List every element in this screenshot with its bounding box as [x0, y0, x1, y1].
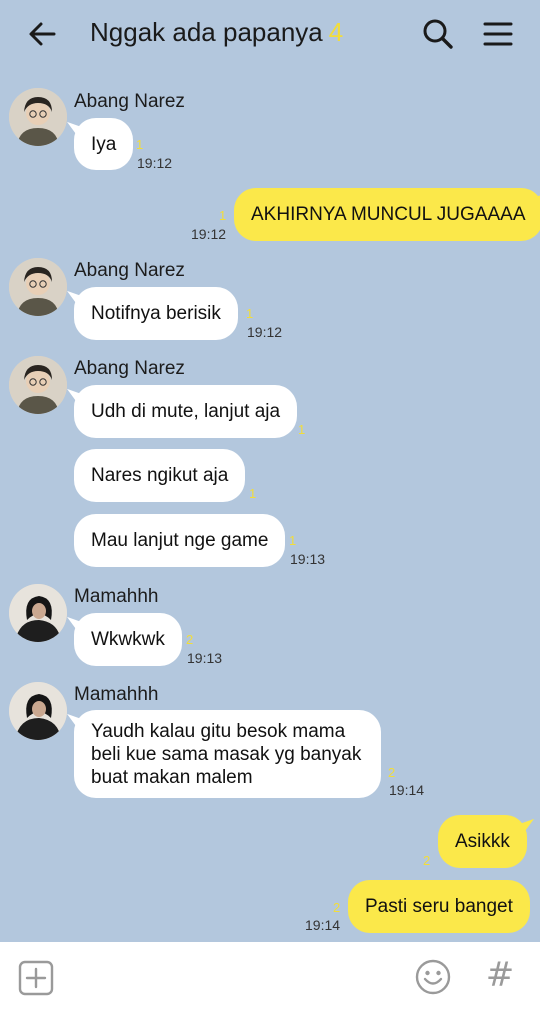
message-bubble-incoming[interactable]: Nares ngikut aja: [74, 449, 246, 502]
message-time: 19:13: [187, 650, 223, 666]
hashtag-button[interactable]: #: [482, 954, 518, 996]
member-count: 4: [328, 17, 344, 47]
message-bubble-outgoing[interactable]: AKHIRNYA MUNCUL JUGAAAA: [234, 188, 540, 241]
sender-name: Mamahhh: [74, 684, 159, 705]
menu-button[interactable]: [478, 14, 518, 54]
message-bubble-outgoing[interactable]: Pasti seru banget: [348, 880, 530, 933]
read-count: 2: [423, 853, 431, 868]
message-bubble-incoming[interactable]: Wkwkwk: [74, 613, 182, 666]
read-count: 1: [246, 306, 254, 321]
avatar-image: [9, 584, 67, 642]
read-count: 1: [136, 137, 144, 152]
read-count: 1: [298, 422, 306, 437]
message-time: 19:13: [290, 551, 326, 567]
arrow-left-icon: [29, 22, 56, 46]
message-time: 19:14: [305, 917, 341, 933]
search-icon: [423, 19, 453, 49]
message-bubble-outgoing[interactable]: Asikkk: [438, 815, 527, 868]
message-bubble-incoming[interactable]: Yaudh kalau gitu besok mama beli kue sam…: [74, 710, 381, 798]
back-button[interactable]: [22, 16, 62, 52]
message-time: 19:12: [191, 226, 227, 242]
search-button[interactable]: [418, 14, 458, 54]
read-count: 2: [388, 765, 396, 780]
message-time: 19:12: [137, 155, 173, 171]
avatar-mamahhh[interactable]: [9, 682, 67, 740]
chat-room-name: Nggak ada papanya: [90, 17, 323, 47]
emoji-button[interactable]: [414, 958, 452, 996]
avatar-abang-narez[interactable]: [9, 88, 67, 146]
sender-name: Abang Narez: [74, 91, 185, 112]
emoji-smile-icon: [415, 959, 451, 995]
sender-name: Abang Narez: [74, 358, 185, 379]
message-bubble-incoming[interactable]: Mau lanjut nge game: [74, 514, 286, 567]
hashtag-icon: #: [485, 955, 515, 995]
add-attachment-button[interactable]: [18, 960, 54, 996]
avatar-mamahhh[interactable]: [9, 584, 67, 642]
read-count: 2: [333, 900, 341, 915]
sender-name: Mamahhh: [74, 586, 159, 607]
avatar-image: [9, 258, 67, 316]
avatar-image: [9, 88, 67, 146]
read-count: 1: [249, 486, 257, 501]
message-bubble-incoming[interactable]: Iya: [74, 118, 134, 170]
avatar-abang-narez[interactable]: [9, 258, 67, 316]
message-bubble-incoming[interactable]: Udh di mute, lanjut aja: [74, 385, 298, 438]
message-time: 19:12: [247, 324, 283, 340]
message-bubble-incoming[interactable]: Notifnya berisik: [74, 287, 238, 340]
read-count: 1: [289, 533, 297, 548]
chat-title: Nggak ada papanya 4: [90, 17, 343, 48]
avatar-image: [9, 356, 67, 414]
plus-square-icon: [18, 960, 54, 996]
chat-header: Nggak ada papanya 4: [0, 0, 540, 68]
read-count: 1: [219, 208, 227, 223]
read-count: 2: [186, 632, 194, 647]
sender-name: Abang Narez: [74, 260, 185, 281]
input-bar: #: [0, 942, 540, 1014]
avatar-image: [9, 682, 67, 740]
message-time: 19:14: [389, 782, 425, 798]
hamburger-menu-icon: [483, 22, 513, 46]
avatar-abang-narez[interactable]: [9, 356, 67, 414]
